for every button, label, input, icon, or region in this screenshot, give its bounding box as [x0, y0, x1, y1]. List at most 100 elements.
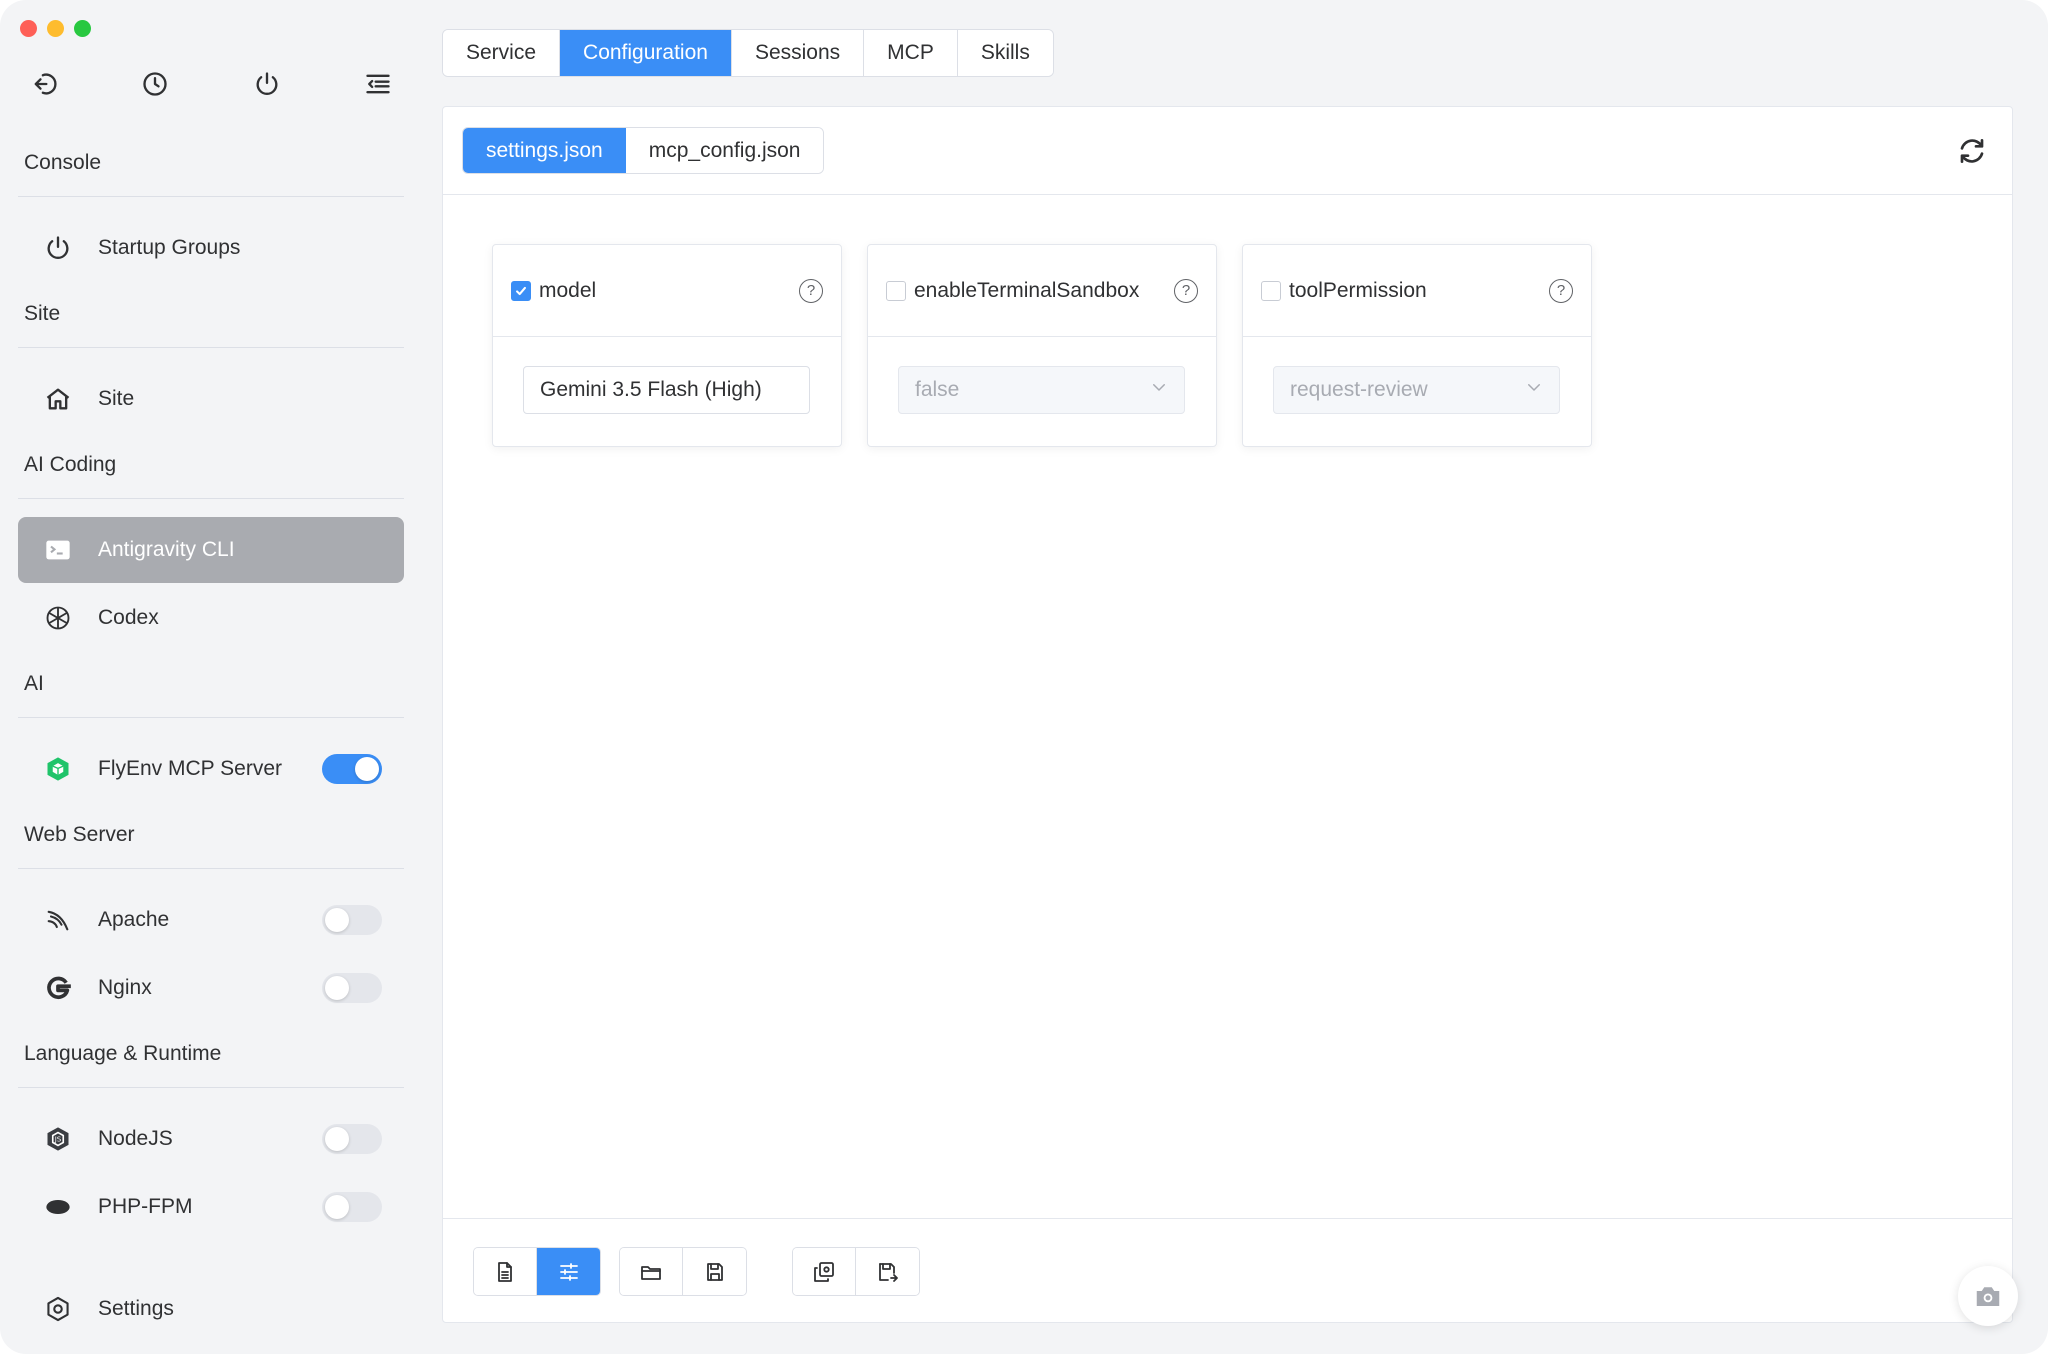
- form-view-button[interactable]: [537, 1248, 600, 1295]
- sidebar: Console Startup Groups Site Site AI Codi…: [0, 0, 420, 1354]
- divider: [18, 1087, 404, 1088]
- nginx-icon: [42, 972, 74, 1004]
- card-body: request-review: [1243, 337, 1591, 414]
- refresh-icon[interactable]: [1954, 133, 1990, 169]
- text-view-button[interactable]: [474, 1248, 537, 1295]
- save-config-as-button[interactable]: [856, 1248, 919, 1295]
- camera-icon: [1976, 1287, 2000, 1306]
- card-title: toolPermission: [1289, 278, 1427, 302]
- php-fpm-toggle[interactable]: [322, 1192, 382, 1222]
- nginx-toggle[interactable]: [322, 973, 382, 1003]
- card-header: toolPermission ?: [1243, 245, 1591, 337]
- divider: [18, 196, 404, 197]
- tab-mcp[interactable]: MCP: [864, 30, 958, 76]
- gear-icon: [42, 1293, 74, 1325]
- file-tab-settings-json[interactable]: settings.json: [463, 128, 626, 173]
- copy-settings-icon: [814, 1261, 834, 1282]
- save-icon: [706, 1262, 723, 1281]
- divider: [18, 868, 404, 869]
- nodejs-toggle[interactable]: [322, 1124, 382, 1154]
- panel-footer-toolbar: [443, 1218, 2012, 1322]
- sidebar-item-codex[interactable]: Codex: [18, 585, 404, 651]
- app-window: Console Startup Groups Site Site AI Codi…: [0, 0, 2048, 1354]
- power-icon[interactable]: [249, 66, 285, 102]
- config-actions-group: [792, 1247, 920, 1296]
- sidebar-item-php-fpm[interactable]: PHP-FPM: [18, 1174, 404, 1240]
- tool-permission-select[interactable]: request-review: [1273, 366, 1560, 414]
- chevron-down-icon: [1150, 367, 1168, 413]
- sidebar-item-nodejs[interactable]: JS NodeJS: [18, 1106, 404, 1172]
- tab-skills[interactable]: Skills: [957, 30, 1053, 76]
- option-card-tool-permission: toolPermission ? request-review: [1242, 244, 1592, 447]
- sidebar-item-label: NodeJS: [98, 1127, 173, 1150]
- open-folder-button[interactable]: [620, 1248, 683, 1295]
- sidebar-item-startup-groups[interactable]: Startup Groups: [18, 215, 404, 281]
- help-icon[interactable]: ?: [1174, 278, 1198, 303]
- sidebar-item-label: PHP-FPM: [98, 1195, 193, 1218]
- document-icon: [498, 1261, 512, 1282]
- sidebar-item-label: Site: [98, 387, 135, 410]
- help-icon[interactable]: ?: [799, 278, 823, 303]
- sidebar-nav: Console Startup Groups Site Site AI Codi…: [18, 140, 404, 1270]
- help-icon[interactable]: ?: [1549, 278, 1573, 303]
- file-actions-group: [619, 1247, 747, 1296]
- check-icon: [516, 286, 526, 295]
- section-title-language-runtime: Language & Runtime: [24, 1042, 222, 1065]
- card-header: enableTerminalSandbox ?: [868, 245, 1216, 337]
- sidebar-item-flyenv-mcp-server[interactable]: FlyEnv MCP Server: [18, 736, 404, 802]
- section-title-ai-coding: AI Coding: [24, 453, 117, 476]
- divider: [18, 347, 404, 348]
- load-config-button[interactable]: [793, 1248, 856, 1295]
- sidebar-item-label: Codex: [98, 606, 159, 629]
- enable-terminal-sandbox-checkbox[interactable]: [886, 280, 906, 301]
- sidebar-item-antigravity-cli[interactable]: Antigravity CLI: [18, 517, 404, 583]
- card-body: false: [868, 337, 1216, 414]
- nodejs-icon: JS: [42, 1123, 74, 1155]
- sidebar-item-apache[interactable]: Apache: [18, 887, 404, 953]
- select-value: request-review: [1290, 378, 1428, 401]
- screenshot-camera-button[interactable]: [1958, 1266, 2018, 1326]
- sidebar-item-settings[interactable]: Settings: [18, 1276, 404, 1342]
- terminal-icon: [42, 534, 74, 566]
- option-card-enable-terminal-sandbox: enableTerminalSandbox ? false: [867, 244, 1217, 447]
- folder-icon: [641, 1265, 661, 1280]
- toggle-knob: [325, 908, 349, 932]
- enable-terminal-sandbox-select[interactable]: false: [898, 366, 1185, 414]
- model-input[interactable]: [523, 366, 810, 414]
- history-icon[interactable]: [137, 66, 173, 102]
- main-content: Service Configuration Sessions MCP Skill…: [442, 0, 2048, 1354]
- openai-icon: [42, 602, 74, 634]
- apache-toggle[interactable]: [322, 905, 382, 935]
- section-title-console: Console: [24, 151, 102, 174]
- menu-collapse-icon[interactable]: [360, 66, 396, 102]
- tab-sessions[interactable]: Sessions: [731, 30, 865, 76]
- tab-service[interactable]: Service: [443, 30, 561, 76]
- back-icon[interactable]: [26, 66, 62, 102]
- model-checkbox[interactable]: [511, 280, 531, 301]
- tool-permission-checkbox[interactable]: [1261, 280, 1281, 301]
- save-button[interactable]: [683, 1248, 746, 1295]
- card-title: model: [539, 278, 597, 302]
- panel-header: settings.json mcp_config.json: [443, 107, 2012, 195]
- select-value: false: [915, 378, 960, 401]
- settings-label: Settings: [98, 1297, 174, 1320]
- sidebar-item-site[interactable]: Site: [18, 366, 404, 432]
- toggle-knob: [325, 1127, 349, 1151]
- section-title-ai: AI: [24, 672, 44, 695]
- save-as-icon: [878, 1262, 898, 1282]
- toggle-knob: [355, 757, 379, 781]
- sidebar-toolbar: [26, 66, 396, 102]
- sliders-icon: [559, 1262, 578, 1281]
- svg-text:JS: JS: [54, 1136, 62, 1144]
- card-body: [493, 337, 841, 414]
- sidebar-item-label: Antigravity CLI: [98, 538, 235, 561]
- file-tab-mcp-config-json[interactable]: mcp_config.json: [625, 128, 824, 173]
- mcp-server-toggle[interactable]: [322, 754, 382, 784]
- divider: [18, 498, 404, 499]
- option-cards: model ? enableTerminalSandbox ?: [492, 244, 1592, 447]
- section-title-web-server: Web Server: [24, 823, 135, 846]
- sidebar-item-nginx[interactable]: Nginx: [18, 955, 404, 1021]
- view-mode-group: [473, 1247, 601, 1296]
- tab-configuration[interactable]: Configuration: [560, 30, 732, 76]
- home-icon: [42, 383, 74, 415]
